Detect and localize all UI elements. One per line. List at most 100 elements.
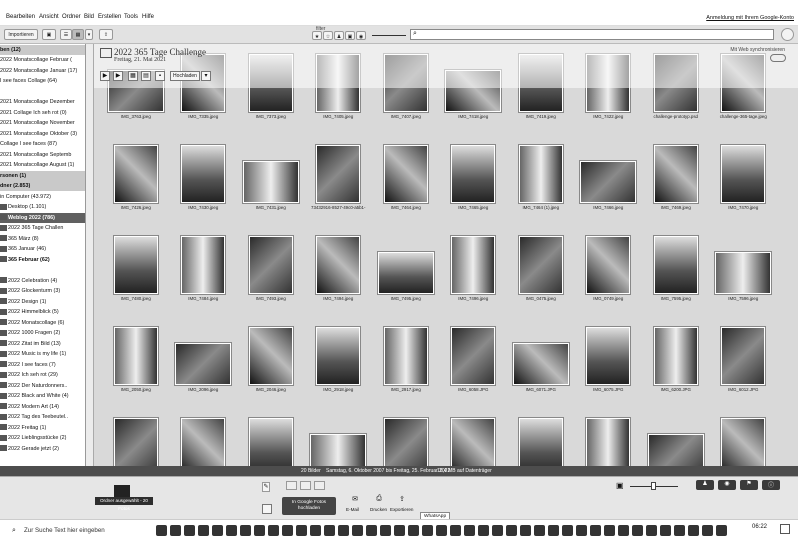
taskbar-app-7-icon[interactable] [254,525,265,536]
taskbar-app-29-icon[interactable] [562,525,573,536]
photo-thumbnail[interactable] [653,236,698,294]
sidebar-item[interactable]: 2022 Tag des Teebeutel.. [0,412,85,422]
sidebar-item[interactable] [0,265,85,275]
photo-thumbnail[interactable] [721,145,766,203]
pin-icon[interactable]: ✎ [262,482,270,492]
photo-thumbnail[interactable] [383,418,428,466]
taskbar-app-15-icon[interactable] [366,525,377,536]
google-photos-upload-button[interactable]: In Google Fotos hochladen [282,497,336,515]
video-filter-icon[interactable]: ▣ [345,31,355,40]
taskbar-app-25-icon[interactable] [506,525,517,536]
taskbar-app-31-icon[interactable] [590,525,601,536]
taskbar-search-input[interactable]: Zur Suche Text hier eingeben [24,527,105,534]
sidebar-item[interactable]: 2022 1000 Fragen (2) [0,328,85,338]
sidebar-item[interactable]: 2022 Ich seh rot (29) [0,370,85,380]
sidebar-item[interactable]: 2021 Monatscollage November [0,118,85,128]
photo-thumbnail[interactable] [316,236,361,294]
places-icon[interactable]: ◉ [718,480,736,490]
photo-thumbnail[interactable] [512,343,569,385]
taskbar-app-14-icon[interactable] [352,525,363,536]
photo-thumbnail[interactable] [181,418,226,466]
photo-thumbnail[interactable] [175,343,232,385]
sidebar-item[interactable]: 2021 Monatscollage August (1) [0,160,85,170]
settings-icon[interactable] [781,28,794,41]
sidebar-item[interactable]: 2022 Monatscollage Februar ( [0,55,85,65]
sidebar-item[interactable]: 2022 Modern Art (14) [0,402,85,412]
sidebar-item[interactable]: 2022 Glockenturm (3) [0,286,85,296]
photo-thumbnail[interactable] [653,327,698,385]
photo-thumbnail[interactable] [647,434,704,466]
taskbar-app-18-icon[interactable] [408,525,419,536]
taskbar-app-19-icon[interactable] [422,525,433,536]
photo-thumbnail[interactable] [113,418,158,466]
taskview-icon[interactable] [156,525,167,536]
photo-thumbnail[interactable] [451,327,496,385]
import-button[interactable]: Importieren [4,29,38,40]
slideshow-icon[interactable]: ▶ [113,71,123,81]
view-dropdown-icon[interactable]: ▾ [85,29,93,40]
print-label[interactable]: Drucken [370,507,387,512]
taskbar-app-11-icon[interactable] [310,525,321,536]
photo-thumbnail[interactable] [242,161,299,203]
sidebar-item[interactable]: 2022 Gerade jetzt (2) [0,444,85,454]
photo-thumbnail[interactable] [721,327,766,385]
sidebar-item[interactable]: 2022 Der Naturdonners.. [0,381,85,391]
photo-thumbnail[interactable] [451,418,496,466]
zoom-slider-thumb[interactable] [651,482,656,490]
tags-icon[interactable]: ⚑ [740,480,758,490]
photo-thumbnail[interactable] [586,236,631,294]
collage-icon[interactable]: ▣ [42,29,56,40]
taskbar-app-27-icon[interactable] [534,525,545,536]
taskbar-app-28-icon[interactable] [548,525,559,536]
photo-thumbnail[interactable] [316,327,361,385]
taskbar-app-37-icon[interactable] [674,525,685,536]
taskbar-app-38-icon[interactable] [688,525,699,536]
taskbar-app-9-icon[interactable] [282,525,293,536]
tray-tool-icon[interactable] [314,481,325,490]
sidebar-item[interactable]: 2021 Collage Ich seh rot (0) [0,108,85,118]
taskbar-app-21-icon[interactable] [450,525,461,536]
photo-thumbnail[interactable] [580,161,637,203]
photo-thumbnail[interactable] [113,236,158,294]
taskbar-app-35-icon[interactable] [646,525,657,536]
photo-thumbnail[interactable] [715,252,772,294]
taskbar-app-20-icon[interactable] [436,525,447,536]
sidebar-item[interactable]: 2022 Music is my life (1) [0,349,85,359]
tray-menu-icon[interactable] [262,504,272,514]
people-icon[interactable]: ♟ [696,480,714,490]
photo-thumbnail[interactable] [518,236,563,294]
photo-thumbnail[interactable] [113,327,158,385]
rotate-left-icon[interactable] [286,481,297,490]
rotate-right-icon[interactable] [300,481,311,490]
taskbar-app-34-icon[interactable] [632,525,643,536]
sidebar-item[interactable]: 2022 Freitag (1) [0,423,85,433]
movie-icon[interactable]: ▤ [141,71,151,81]
photo-thumbnail[interactable] [518,145,563,203]
sidebar-item[interactable]: 2022 Monatscollage Januar (17) [0,66,85,76]
taskbar-app-12-icon[interactable] [324,525,335,536]
sidebar-item[interactable]: ben (12) [0,44,85,55]
sidebar-item[interactable]: 2022 Himmelblick (5) [0,307,85,317]
export-label[interactable]: Exportieren [390,507,414,512]
taskbar-app-24-icon[interactable] [492,525,503,536]
taskbar-app-13-icon[interactable] [338,525,349,536]
photo-thumbnail[interactable] [248,418,293,466]
google-signin-link[interactable]: Anmeldung mit Ihrem Google-Konto [706,15,794,21]
taskbar-app-40-icon[interactable] [716,525,727,536]
menu-erstellen[interactable]: Erstellen [98,14,121,20]
taskbar-app-26-icon[interactable] [520,525,531,536]
sidebar-item[interactable]: 2021 Monatscollage Oktober (3) [0,129,85,139]
grid-view-icon[interactable]: ▦ [72,29,84,40]
menu-tools[interactable]: Tools [124,14,138,20]
taskbar-app-6-icon[interactable] [240,525,251,536]
photo-thumbnail[interactable] [377,252,434,294]
photo-thumbnail[interactable] [113,145,158,203]
collage-tb-icon[interactable]: ▦ [128,71,138,81]
sidebar-item[interactable]: 365 März (8) [0,234,85,244]
sidebar-item[interactable]: Collage I see faces (87) [0,139,85,149]
sidebar-item[interactable]: I see faces Collage (64) [0,76,85,86]
sidebar-item[interactable]: 2022 Design (1) [0,297,85,307]
photo-thumbnail[interactable] [518,418,563,466]
photo-thumbnail[interactable] [181,145,226,203]
play-icon[interactable]: ▶ [100,71,110,81]
